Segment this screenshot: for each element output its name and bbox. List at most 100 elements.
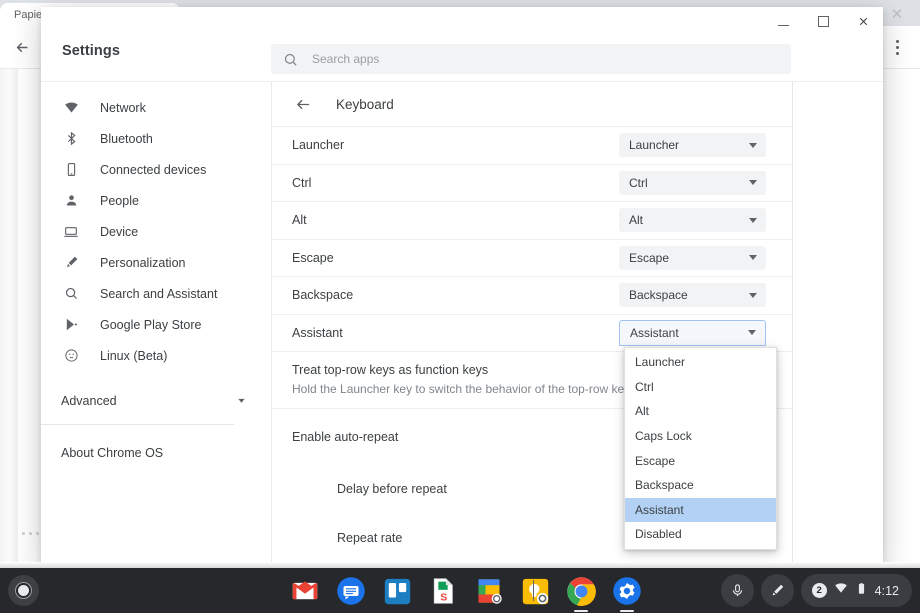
select-value: Backspace [629,288,688,302]
select-value: Alt [629,213,643,227]
sidebar-item-linux-beta[interactable]: Linux (Beta) [41,340,271,371]
chevron-down-icon [749,180,757,185]
sidebar-item-label: Search and Assistant [100,287,217,301]
sidebar-advanced-label: Advanced [61,394,117,408]
slides-app[interactable] [473,575,505,607]
key-remap-select-alt[interactable]: Alt [619,208,766,232]
key-row-label: Escape [292,251,334,265]
background-loading-dots [22,532,39,535]
minimize-button[interactable] [763,7,803,36]
sidebar-item-about-chrome-os[interactable]: About Chrome OS [41,437,271,468]
sidebar-item-google-play-store[interactable]: Google Play Store [41,309,271,340]
sidebar-item-device[interactable]: Device [41,216,271,247]
dropdown-option-alt[interactable]: Alt [625,399,776,424]
content-header: Keyboard [272,82,792,126]
sheets-app[interactable]: S [427,575,459,607]
table-row: Backspace Backspace [272,276,792,314]
gmail-app[interactable] [289,575,321,607]
select-value: Assistant [630,326,679,340]
close-button[interactable] [843,7,883,36]
select-value: Launcher [629,138,679,152]
browser-tab-close-icon[interactable]: ✕ [887,4,907,24]
select-value: Ctrl [629,176,648,190]
shelf-app-list: S [289,573,643,609]
content-title: Keyboard [336,97,394,112]
table-row: Ctrl Ctrl [272,164,792,202]
messages-app[interactable] [335,575,367,607]
sidebar-item-label: Device [100,225,138,239]
key-remap-select-launcher[interactable]: Launcher [619,133,766,157]
sidebar-item-advanced[interactable]: Advanced [41,385,271,416]
three-dot-menu-icon[interactable] [882,26,912,68]
sidebar: Network Bluetooth Connected devices [41,82,272,569]
sidebar-item-personalization[interactable]: Personalization [41,247,271,278]
chevron-down-icon [749,255,757,260]
sidebar-item-label: Network [100,101,146,115]
status-area[interactable]: 2 4:12 [801,574,912,607]
chevron-down-icon [749,143,757,148]
dropdown-option-ctrl[interactable]: Ctrl [625,375,776,400]
play-store-icon [61,315,81,335]
sidebar-item-people[interactable]: People [41,185,271,216]
sidebar-item-connected-devices[interactable]: Connected devices [41,154,271,185]
shelf: S [0,568,920,613]
select-value: Escape [629,251,669,265]
keep-app[interactable] [519,575,551,607]
sidebar-item-label: Linux (Beta) [100,349,167,363]
launcher-circle-icon[interactable] [8,575,39,606]
key-row-label: Assistant [292,326,343,340]
clock-time: 4:12 [875,584,899,598]
sidebar-item-label: Google Play Store [100,318,201,332]
table-row: Assistant Assistant [272,314,792,352]
sidebar-item-label: Personalization [100,256,185,270]
sidebar-divider [41,424,234,425]
back-arrow-icon[interactable] [292,93,314,115]
settings-app[interactable] [611,575,643,607]
key-remap-select-escape[interactable]: Escape [619,246,766,270]
key-remap-select-backspace[interactable]: Backspace [619,283,766,307]
key-remap-dropdown-menu[interactable]: Launcher Ctrl Alt Caps Lock Escape Backs… [624,347,777,550]
background-window-edge [0,20,18,568]
sidebar-item-label: Bluetooth [100,132,153,146]
dropdown-option-escape[interactable]: Escape [625,448,776,473]
battery-icon [855,582,868,600]
chrome-app[interactable] [565,575,597,607]
key-row-label: Backspace [292,288,353,302]
window-titlebar [41,7,883,36]
sidebar-item-network[interactable]: Network [41,92,271,123]
dropdown-option-disabled[interactable]: Disabled [625,522,776,547]
stylus-pen-icon[interactable] [761,574,794,607]
chevron-down-icon [748,330,756,335]
microphone-icon[interactable] [721,574,754,607]
laptop-icon [61,222,81,242]
svg-text:S: S [440,591,447,603]
sidebar-item-label: Connected devices [100,163,206,177]
search-input[interactable]: Search apps [271,44,791,74]
sidebar-item-bluetooth[interactable]: Bluetooth [41,123,271,154]
delay-before-repeat-label: Delay before repeat [337,482,447,496]
dropdown-option-backspace[interactable]: Backspace [625,473,776,498]
page-title: Settings [62,43,120,59]
dropdown-option-launcher[interactable]: Launcher [625,350,776,375]
repeat-rate-label: Repeat rate [337,531,402,545]
search-icon [61,284,81,304]
key-row-label: Alt [292,213,307,227]
chevron-down-icon [236,395,247,406]
dropdown-option-caps-lock[interactable]: Caps Lock [625,424,776,449]
key-row-label: Ctrl [292,176,311,190]
maximize-button[interactable] [803,7,843,36]
key-remap-select-ctrl[interactable]: Ctrl [619,171,766,195]
sidebar-item-search-and-assistant[interactable]: Search and Assistant [41,278,271,309]
wifi-icon [834,581,848,600]
notification-count-badge: 2 [812,583,827,598]
dropdown-option-assistant[interactable]: Assistant [625,498,776,523]
search-icon [283,52,298,67]
phone-icon [61,160,81,180]
trello-app[interactable] [381,575,413,607]
table-row: Escape Escape [272,239,792,277]
status-tray: 2 4:12 [721,574,912,607]
back-arrow-icon[interactable] [6,31,38,63]
sidebar-about-label: About Chrome OS [61,446,163,460]
key-remap-select-assistant[interactable]: Assistant [619,320,766,346]
key-row-label: Launcher [292,138,344,152]
